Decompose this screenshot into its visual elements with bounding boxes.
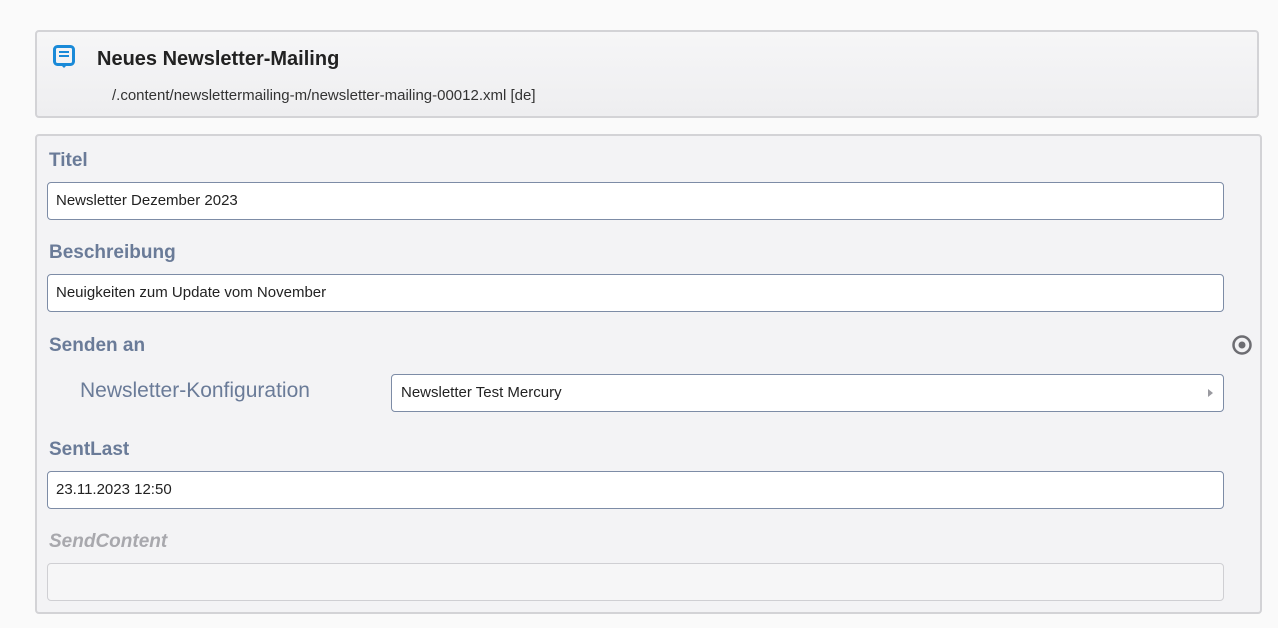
senden-an-label: Senden an [49, 335, 146, 356]
titel-input[interactable]: Newsletter Dezember 2023 [47, 182, 1224, 220]
form-panel: Titel Newsletter Dezember 2023 Beschreib… [35, 134, 1262, 614]
sendcontent-label: SendContent [49, 531, 168, 552]
caret-right-icon [1208, 389, 1213, 397]
target-icon[interactable] [1231, 334, 1253, 356]
beschreibung-label: Beschreibung [49, 242, 176, 263]
header-panel: Neues Newsletter-Mailing /.content/newsl… [35, 30, 1259, 118]
beschreibung-input[interactable]: Neuigkeiten zum Update vom November [47, 274, 1224, 312]
page-title: Neues Newsletter-Mailing [97, 48, 340, 70]
sendcontent-input [47, 563, 1224, 601]
newsletter-konfiguration-select[interactable]: Newsletter Test Mercury [391, 374, 1224, 412]
newsletter-document-icon [53, 45, 75, 69]
newsletter-konfiguration-value: Newsletter Test Mercury [401, 384, 562, 401]
newsletter-konfiguration-label: Newsletter-Konfiguration [80, 379, 310, 402]
sentlast-label: SentLast [49, 439, 130, 460]
titel-label: Titel [49, 150, 88, 171]
file-path: /.content/newslettermailing-m/newsletter… [112, 87, 536, 104]
sentlast-input[interactable]: 23.11.2023 12:50 [47, 471, 1224, 509]
